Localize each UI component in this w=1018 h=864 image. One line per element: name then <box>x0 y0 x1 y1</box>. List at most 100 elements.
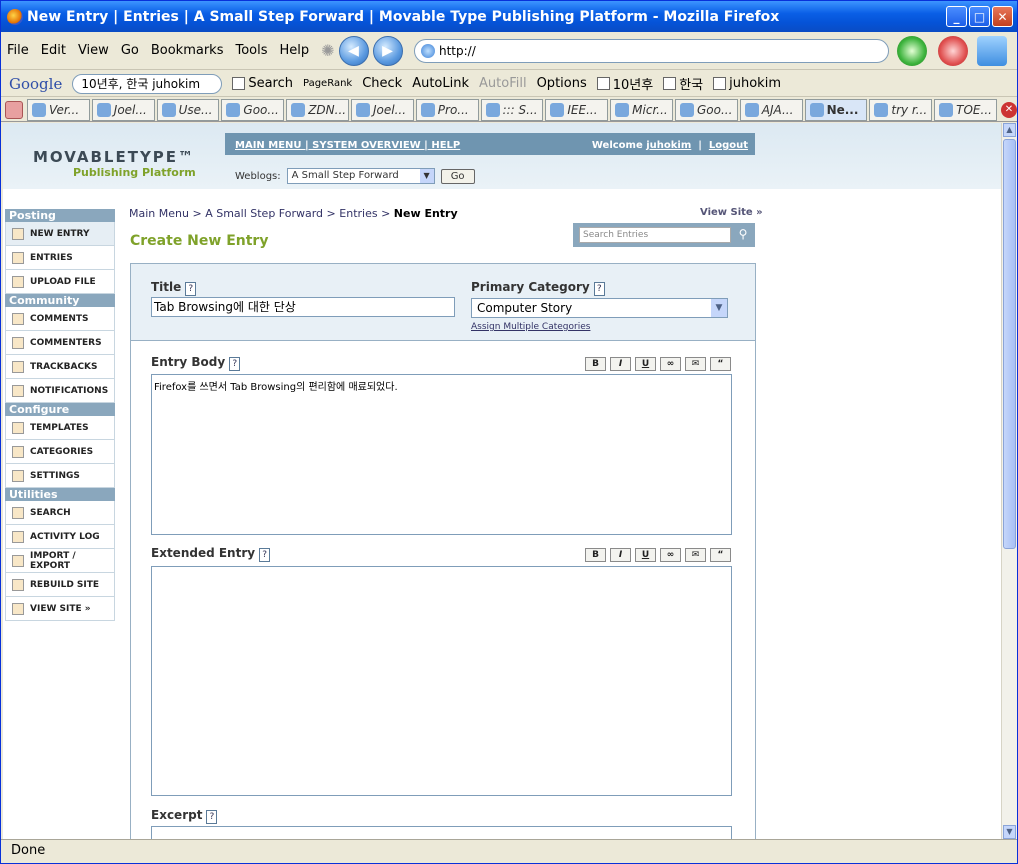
autolink-button[interactable]: AutoLink <box>412 76 469 91</box>
tab-6[interactable]: Pro... <box>415 98 479 121</box>
home-button[interactable] <box>977 36 1007 66</box>
sidebar-item-entries[interactable]: ENTRIES <box>5 246 115 270</box>
maximize-button[interactable]: □ <box>969 6 990 27</box>
tab-14[interactable]: TOE... <box>934 98 997 121</box>
back-button[interactable]: ◀ <box>338 35 369 66</box>
google-search-input[interactable]: 10년후, 한국 juhokim <box>72 73 223 94</box>
link-button[interactable]: ∞ <box>660 357 681 371</box>
bold-button[interactable]: B <box>585 357 606 371</box>
menu-view[interactable]: View <box>72 43 115 58</box>
sidebar-item-new-entry[interactable]: NEW ENTRY <box>5 222 115 246</box>
menu-edit[interactable]: Edit <box>35 43 72 58</box>
options-button[interactable]: Options <box>537 76 587 91</box>
help-icon[interactable]: ? <box>206 810 218 824</box>
view-site-link[interactable]: View Site » <box>700 207 763 218</box>
menu-file[interactable]: File <box>1 43 35 58</box>
sidebar-item-notifications[interactable]: NOTIFICATIONS <box>5 379 115 403</box>
tab-3[interactable]: Goo... <box>221 98 285 121</box>
sidebar: Posting NEW ENTRY ENTRIES UPLOAD FILE Commun… <box>5 209 115 621</box>
bold-button[interactable]: B <box>585 548 606 562</box>
crumb-weblog[interactable]: A Small Step Forward <box>205 207 323 220</box>
menu-bookmarks[interactable]: Bookmarks <box>145 43 230 58</box>
minimize-button[interactable]: _ <box>946 6 967 27</box>
underline-button[interactable]: U <box>635 548 656 562</box>
google-search-button[interactable]: Search <box>232 76 293 91</box>
tab-13[interactable]: try r... <box>869 98 933 121</box>
title-bar[interactable]: New Entry | Entries | A Small Step Forwa… <box>1 1 1017 32</box>
tab-2[interactable]: Use... <box>156 98 220 121</box>
sidebar-item-categories[interactable]: CATEGORIES <box>5 440 115 464</box>
excerpt-textarea[interactable] <box>151 826 732 839</box>
sidebar-item-trackbacks[interactable]: TRACKBACKS <box>5 355 115 379</box>
sidebar-item-commenters[interactable]: COMMENTERS <box>5 331 115 355</box>
extended-entry-textarea[interactable] <box>151 566 732 796</box>
menu-go[interactable]: Go <box>115 43 145 58</box>
reload-button[interactable] <box>897 36 927 66</box>
sidebar-item-search[interactable]: SEARCH <box>5 501 115 525</box>
mt-logo[interactable]: MOVABLETYPE™ Publishing Platform <box>33 148 196 179</box>
category-select[interactable]: Computer Story ▼ <box>471 298 728 318</box>
autofill-button[interactable]: AutoFill <box>479 76 527 91</box>
tab-5[interactable]: Joel... <box>350 98 414 121</box>
tab-label: Joel... <box>372 102 407 117</box>
sidebar-item-import-export[interactable]: IMPORT / EXPORT <box>5 549 115 573</box>
user-link[interactable]: juhokim <box>646 140 691 151</box>
new-tab-icon[interactable] <box>5 100 23 119</box>
assign-categories-link[interactable]: Assign Multiple Categories <box>471 322 590 332</box>
crumb-main-menu[interactable]: Main Menu <box>129 207 189 220</box>
forward-button[interactable]: ▶ <box>372 35 403 66</box>
weblog-select[interactable]: A Small Step Forward ▼ <box>286 168 435 184</box>
sidebar-item-upload-file[interactable]: UPLOAD FILE <box>5 270 115 294</box>
italic-button[interactable]: I <box>610 548 631 562</box>
tab-10[interactable]: Goo... <box>674 98 738 121</box>
menu-help[interactable]: Help <box>274 43 316 58</box>
link-button[interactable]: ∞ <box>660 548 681 562</box>
scroll-up-icon[interactable]: ▲ <box>1003 123 1016 137</box>
sidebar-item-settings[interactable]: SETTINGS <box>5 464 115 488</box>
close-tab-icon[interactable]: ✕ <box>1000 101 1017 118</box>
tab-4[interactable]: ZDN... <box>286 98 349 121</box>
logout-link[interactable]: Logout <box>709 140 748 151</box>
spell-check-button[interactable]: Check <box>362 76 402 91</box>
tab-12[interactable]: Ne... <box>804 98 868 121</box>
entry-body-textarea[interactable]: Firefox를 쓰면서 Tab Browsing의 편리함에 매료되었다. <box>151 374 732 535</box>
mt-nav-links[interactable]: MAIN MENU | SYSTEM OVERVIEW | HELP <box>235 140 460 151</box>
scroll-thumb[interactable] <box>1003 139 1016 549</box>
help-icon[interactable]: ? <box>229 357 241 371</box>
crumb-entries[interactable]: Entries <box>339 207 377 220</box>
stop-button[interactable] <box>938 36 968 66</box>
help-icon[interactable]: ? <box>259 548 271 562</box>
scroll-down-icon[interactable]: ▼ <box>1003 825 1016 839</box>
tab-1[interactable]: Joel... <box>91 98 155 121</box>
tab-0[interactable]: Ver... <box>27 98 90 121</box>
help-icon[interactable]: ? <box>185 282 197 296</box>
underline-button[interactable]: U <box>635 357 656 371</box>
go-button[interactable]: Go <box>440 168 475 184</box>
help-icon[interactable]: ? <box>593 282 605 296</box>
highlight-word-3[interactable]: juhokim <box>713 76 781 91</box>
title-input[interactable]: Tab Browsing에 대한 단상 <box>151 297 455 317</box>
category-label: Primary Category? <box>471 280 605 296</box>
close-button[interactable]: ✕ <box>992 6 1013 27</box>
tab-11[interactable]: AJA... <box>739 98 803 121</box>
search-icon[interactable]: ⚲ <box>735 227 751 243</box>
email-link-button[interactable]: ✉ <box>685 548 706 562</box>
email-link-button[interactable]: ✉ <box>685 357 706 371</box>
highlight-word-1[interactable]: 10년후 <box>596 74 653 93</box>
quote-button[interactable]: “ <box>710 357 731 371</box>
sidebar-item-activity-log[interactable]: ACTIVITY LOG <box>5 525 115 549</box>
highlight-word-2[interactable]: 한국 <box>663 74 703 93</box>
tab-8[interactable]: IEE... <box>545 98 609 121</box>
quote-button[interactable]: “ <box>710 548 731 562</box>
sidebar-item-templates[interactable]: TEMPLATES <box>5 416 115 440</box>
italic-button[interactable]: I <box>610 357 631 371</box>
vertical-scrollbar[interactable]: ▲ ▼ <box>1001 123 1017 839</box>
tab-9[interactable]: Micr... <box>610 98 673 121</box>
sidebar-item-comments[interactable]: COMMENTS <box>5 307 115 331</box>
sidebar-item-view-site[interactable]: VIEW SITE » <box>5 597 115 621</box>
sidebar-item-rebuild-site[interactable]: REBUILD SITE <box>5 573 115 597</box>
tab-7[interactable]: ::: S... <box>480 98 544 121</box>
search-entries-input[interactable]: Search Entries <box>579 227 731 243</box>
menu-tools[interactable]: Tools <box>229 43 273 58</box>
address-bar[interactable]: http:// <box>414 39 889 63</box>
